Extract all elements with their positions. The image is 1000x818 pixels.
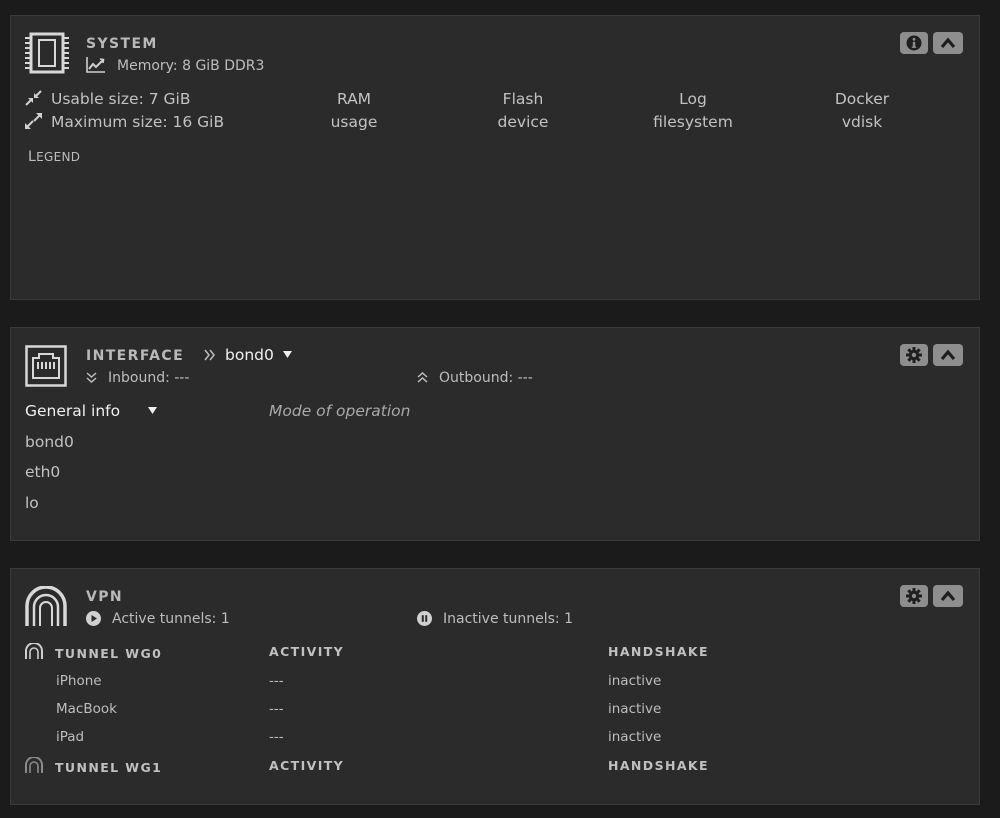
peer-name: iPad bbox=[56, 729, 85, 745]
port-row-lo: lo bbox=[25, 494, 39, 512]
peer-handshake: inactive bbox=[608, 701, 662, 717]
legend-rest: EGEND bbox=[36, 150, 81, 164]
peer-handshake: inactive bbox=[608, 673, 662, 689]
handshake-header: HANDSHAKE bbox=[608, 758, 709, 773]
inactive-tunnels: Inactive tunnels: 1 bbox=[443, 611, 573, 627]
peer-handshake: inactive bbox=[608, 729, 662, 745]
port-row-bond0: bond0 bbox=[25, 433, 74, 451]
port-select[interactable]: bond0 bbox=[225, 346, 292, 364]
maximum-size: Maximum size: 16 GiB bbox=[51, 113, 225, 131]
pause-circle-icon bbox=[417, 611, 432, 626]
gear-icon bbox=[906, 347, 922, 363]
info-select[interactable]: General info bbox=[25, 402, 158, 420]
play-circle-icon bbox=[86, 611, 101, 626]
tunnel-name: TUNNEL WG0 bbox=[55, 646, 163, 661]
chevron-up-icon bbox=[940, 37, 956, 49]
double-chevron-right-icon bbox=[204, 349, 215, 361]
memory-chip-icon bbox=[25, 32, 69, 74]
tunnel-name: TUNNEL WG1 bbox=[55, 760, 163, 775]
column-label-line1: RAM bbox=[336, 90, 372, 108]
peer-activity: --- bbox=[269, 673, 284, 689]
column-label-line2: vdisk bbox=[841, 113, 883, 131]
interface-panel: INTERFACE bond0 Inbound: --- Outbound: -… bbox=[10, 327, 980, 541]
double-chevron-down-icon bbox=[86, 372, 97, 383]
column-label-line1: Docker bbox=[834, 90, 890, 108]
legend-initial: L bbox=[28, 149, 37, 165]
port-select-value: bond0 bbox=[225, 346, 274, 364]
peer-name: iPhone bbox=[56, 673, 102, 689]
peer-name: MacBook bbox=[56, 701, 117, 717]
chevron-up-icon bbox=[940, 349, 956, 361]
double-chevron-up-icon bbox=[417, 372, 428, 383]
column-label-line1: Flash bbox=[502, 90, 544, 108]
collapse-button[interactable] bbox=[933, 344, 963, 366]
caret-down-icon bbox=[148, 407, 158, 414]
usable-size: Usable size: 7 GiB bbox=[51, 90, 191, 108]
caret-down-icon bbox=[282, 351, 292, 358]
tunnel-icon bbox=[25, 643, 43, 659]
settings-button[interactable] bbox=[900, 585, 928, 607]
column-label-line2: device bbox=[497, 113, 549, 131]
inbound-rate: Inbound: --- bbox=[108, 370, 190, 386]
outbound-rate: Outbound: --- bbox=[439, 370, 533, 386]
ethernet-port-icon bbox=[25, 345, 67, 387]
peer-activity: --- bbox=[269, 729, 284, 745]
vpn-panel: VPN Active tunnels: 1 Inactive tunnels: … bbox=[10, 568, 980, 805]
column-log-filesystem: Log filesystem bbox=[653, 88, 733, 134]
column-flash-device: Flash device bbox=[498, 88, 549, 134]
memory-info: Memory: 8 GiB DDR3 bbox=[117, 58, 265, 74]
system-panel: SYSTEM Memory: 8 GiB DDR3 Usable size: 7… bbox=[10, 15, 980, 300]
expand-icon bbox=[25, 113, 42, 129]
legend-toggle[interactable]: LEGEND bbox=[28, 149, 80, 165]
compress-icon bbox=[25, 90, 42, 106]
chevron-up-icon bbox=[940, 590, 956, 602]
vpn-title: VPN bbox=[86, 589, 124, 605]
chart-line-icon bbox=[86, 57, 105, 73]
activity-header: ACTIVITY bbox=[269, 758, 345, 773]
info-icon bbox=[906, 35, 922, 51]
info-select-value: General info bbox=[25, 402, 121, 420]
vpn-arch-icon bbox=[25, 586, 67, 626]
port-row-eth0: eth0 bbox=[25, 463, 61, 481]
peer-activity: --- bbox=[269, 701, 284, 717]
system-title: SYSTEM bbox=[86, 36, 158, 52]
column-docker-vdisk: Docker vdisk bbox=[835, 88, 889, 134]
column-label-line1: Log bbox=[679, 90, 707, 108]
activity-header: ACTIVITY bbox=[269, 644, 345, 659]
interface-title: INTERFACE bbox=[86, 348, 185, 364]
column-label-line2: usage bbox=[330, 113, 378, 131]
column-label-line2: filesystem bbox=[653, 113, 733, 131]
tunnel-icon bbox=[25, 757, 43, 773]
info-button[interactable] bbox=[900, 32, 928, 54]
mode-of-operation: Mode of operation bbox=[269, 402, 411, 420]
gear-icon bbox=[906, 588, 922, 604]
collapse-button[interactable] bbox=[933, 32, 963, 54]
settings-button[interactable] bbox=[900, 344, 928, 366]
collapse-button[interactable] bbox=[933, 585, 963, 607]
handshake-header: HANDSHAKE bbox=[608, 644, 709, 659]
active-tunnels: Active tunnels: 1 bbox=[112, 611, 230, 627]
column-ram-usage: RAM usage bbox=[331, 88, 378, 134]
